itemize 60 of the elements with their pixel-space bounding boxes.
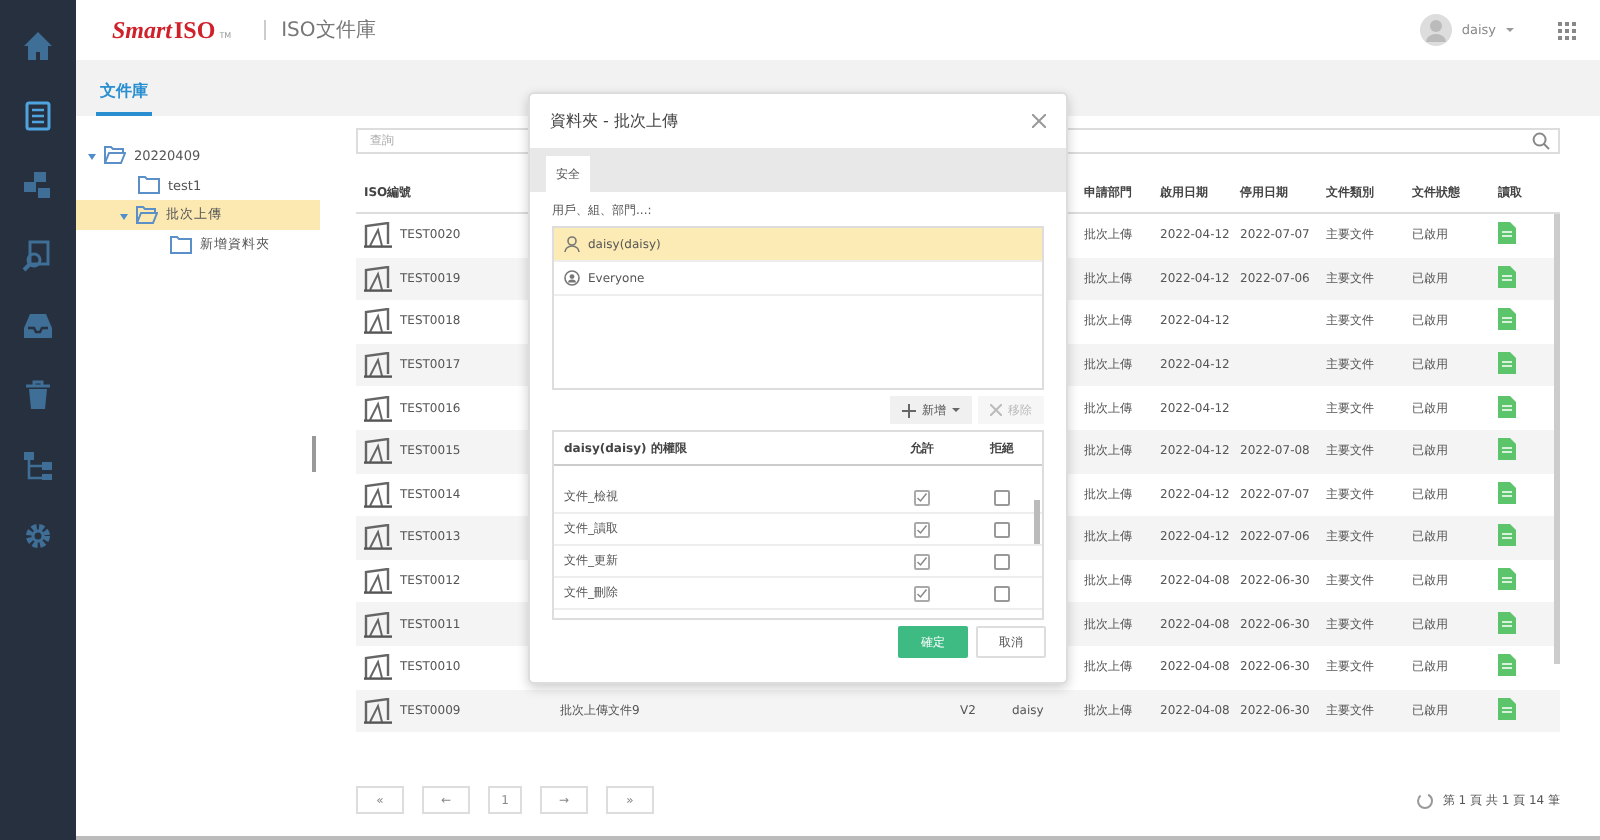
close-icon xyxy=(990,404,1002,416)
file-icon xyxy=(364,438,392,465)
trash-icon xyxy=(22,380,54,412)
file-icon xyxy=(364,524,392,551)
close-icon[interactable] xyxy=(1032,114,1046,128)
file-icon xyxy=(364,654,392,681)
document-icon[interactable] xyxy=(1498,438,1516,461)
blocks-icon xyxy=(22,170,54,202)
group-icon xyxy=(564,270,580,286)
checkbox[interactable] xyxy=(994,521,1010,537)
folder-icon xyxy=(170,236,192,254)
open-folder-icon xyxy=(104,146,126,164)
search-icon xyxy=(1532,132,1550,150)
file-icon xyxy=(364,265,392,292)
file-icon xyxy=(364,395,392,422)
checkbox[interactable] xyxy=(914,489,930,505)
checkbox[interactable] xyxy=(914,585,930,601)
document-icon[interactable] xyxy=(1498,611,1516,634)
document-icon[interactable] xyxy=(1498,481,1516,504)
document-icon[interactable] xyxy=(1498,265,1516,288)
document-icon[interactable] xyxy=(1498,308,1516,331)
user-icon xyxy=(564,236,580,252)
file-icon xyxy=(364,308,392,335)
folder-icon xyxy=(138,176,160,194)
open-folder-icon xyxy=(136,206,158,224)
document-icon xyxy=(22,100,54,132)
file-icon xyxy=(364,697,392,724)
flow-icon xyxy=(22,450,54,482)
document-icon[interactable] xyxy=(1498,352,1516,375)
checkbox[interactable] xyxy=(914,521,930,537)
document-icon[interactable] xyxy=(1498,222,1516,245)
refresh-icon[interactable] xyxy=(1416,791,1435,809)
app-title: ISO文件庫 xyxy=(281,17,376,44)
document-icon[interactable] xyxy=(1498,524,1516,547)
search-icon xyxy=(22,240,54,272)
document-icon[interactable] xyxy=(1498,568,1516,591)
file-icon xyxy=(364,222,392,249)
checkbox[interactable] xyxy=(994,585,1010,601)
plus-icon xyxy=(902,403,916,417)
file-icon xyxy=(364,352,392,379)
caret-icon xyxy=(120,213,128,223)
resize-handle[interactable] xyxy=(312,436,316,472)
scrollbar[interactable] xyxy=(1034,500,1040,544)
file-icon xyxy=(364,481,392,508)
checkbox[interactable] xyxy=(914,553,930,569)
dialog-title: 資料夾 - 批次上傳 xyxy=(550,110,678,132)
checkbox[interactable] xyxy=(994,553,1010,569)
checkbox[interactable] xyxy=(994,489,1010,505)
document-icon[interactable] xyxy=(1498,395,1516,418)
inbox-icon xyxy=(22,310,54,342)
caret-icon xyxy=(88,153,96,163)
home-icon xyxy=(22,30,54,62)
avatar-icon xyxy=(1419,14,1452,46)
apps-grid-icon[interactable] xyxy=(1558,21,1576,39)
file-icon xyxy=(364,568,392,595)
file-icon xyxy=(364,611,392,638)
settings-icon xyxy=(22,520,54,552)
document-icon[interactable] xyxy=(1498,697,1516,720)
document-icon[interactable] xyxy=(1498,654,1516,677)
scrollbar[interactable] xyxy=(1554,214,1560,664)
